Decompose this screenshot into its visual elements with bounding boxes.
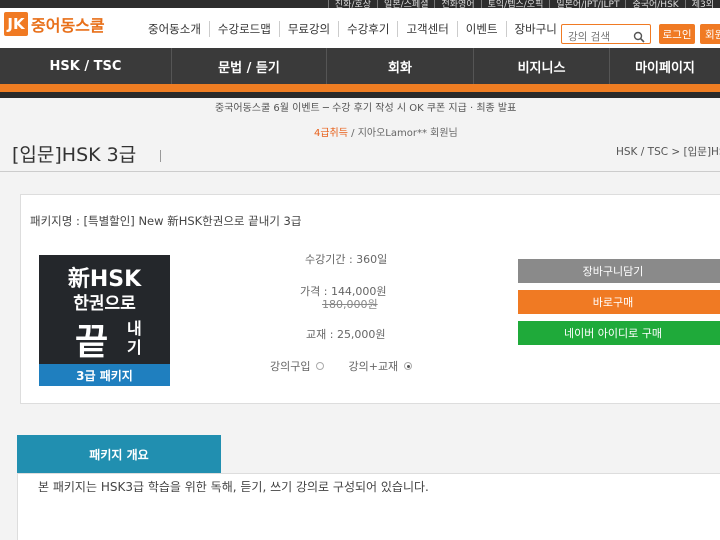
main-nav-business[interactable]: 비지니스	[474, 48, 610, 84]
cover-title-line4: 내기	[127, 319, 142, 357]
study-period: 수강기간 : 360일	[305, 253, 388, 266]
site-header: JK 중어동스쿨 중어동소개 수강로드맵 무료강의 수강후기 고객센터 이벤트 …	[0, 8, 720, 48]
notice-highlight: 4급취득	[314, 128, 348, 139]
logo-text: 중어동스쿨	[31, 16, 105, 35]
option-lecture-radio[interactable]	[316, 362, 325, 370]
notice-line[interactable]: 4급취득 / 지아오Lamor** 회원님	[314, 124, 458, 139]
buy-now-button[interactable]: 바로구매	[518, 290, 720, 314]
add-to-cart-button[interactable]: 장바구니담기	[518, 259, 720, 283]
nav-about[interactable]: 중어동소개	[140, 21, 209, 37]
title-divider	[160, 150, 161, 162]
top-link[interactable]: 중국어/HSK	[625, 0, 684, 8]
top-navigation: 중어동소개 수강로드맵 무료강의 수강후기 고객센터 이벤트 장바구니	[140, 21, 565, 37]
top-link[interactable]: 제3외	[684, 0, 720, 8]
site-logo[interactable]: JK 중어동스쿨	[4, 12, 105, 36]
original-price: 180,000원	[322, 298, 378, 311]
main-nav-conversation[interactable]: 회화	[327, 48, 474, 84]
breadcrumb[interactable]: HSK / TSC > [입문]HSK	[616, 144, 720, 159]
nav-free-lectures[interactable]: 무료강의	[278, 21, 338, 37]
notice-line[interactable]: 중국어동스쿨 6월 이벤트 ─ 수강 후기 작성 시 OK 쿠폰 지급 · 최종…	[215, 99, 516, 114]
cover-title-line3: 끝	[75, 322, 109, 363]
top-utility-bar: 진화/호상 일본/스페셜 전화영어 토익/텝스/오픽 일본어/JPT/JLPT …	[0, 0, 720, 8]
purchase-options: 강의구입 강의+교재	[270, 358, 436, 374]
search-icon[interactable]	[633, 28, 645, 47]
search-box	[561, 24, 651, 47]
cover-title-line2: 한권으로	[73, 294, 136, 314]
title-rule	[0, 171, 720, 172]
nav-reviews[interactable]: 수강후기	[338, 21, 397, 37]
top-link[interactable]: 토익/텝스/오픽	[480, 0, 550, 8]
top-link[interactable]: 일본/스페셜	[377, 0, 434, 8]
main-nav-hsk-tsc[interactable]: HSK / TSC	[0, 48, 172, 84]
top-link[interactable]: 일본어/JPT/JLPT	[549, 0, 625, 8]
option-lecture-book-radio[interactable]	[404, 362, 413, 370]
notice-text: / 지아오Lamor** 회원님	[347, 128, 458, 139]
nav-events[interactable]: 이벤트	[456, 21, 506, 37]
nav-shadow-strip	[0, 92, 720, 98]
logo-mark: JK	[4, 12, 28, 36]
page-title: [입문]HSK 3급	[12, 144, 137, 166]
option-lecture-book-label: 강의+교재	[348, 360, 399, 373]
main-nav-grammar-listening[interactable]: 문법 / 듣기	[172, 48, 327, 84]
nav-accent-strip	[0, 84, 720, 92]
nav-customer-center[interactable]: 고객센터	[397, 21, 456, 37]
buy-now-label: 바로구매	[592, 296, 634, 309]
naver-pay-button[interactable]: 네이버 아이디로 구매	[518, 321, 720, 345]
nav-cart[interactable]: 장바구니	[505, 21, 565, 37]
top-link[interactable]: 진화/호상	[327, 0, 377, 8]
package-name: 패키지명 : [특별할인] New 新HSK한권으로 끝내기 3급	[30, 214, 302, 228]
package-overview-text: 본 패키지는 HSK3급 학습을 위한 독해, 듣기, 쓰기 강의로 구성되어 …	[38, 480, 429, 494]
add-to-cart-label: 장바구니담기	[582, 265, 644, 278]
package-cover-image: 新HSK 한권으로 끝 내기 3급 패키지	[39, 255, 170, 386]
naver-pay-label: 네이버 아이디로 구매	[563, 327, 663, 340]
login-button[interactable]: 로그인	[659, 24, 695, 44]
top-link[interactable]: 전화영어	[434, 0, 480, 8]
search-input[interactable]	[562, 28, 632, 46]
main-nav-mypage[interactable]: 마이페이지	[610, 48, 720, 84]
package-overview-tab[interactable]: 패키지 개요	[17, 435, 221, 473]
main-navigation: HSK / TSC 문법 / 듣기 회화 비지니스 마이페이지	[0, 48, 720, 84]
nav-roadmap[interactable]: 수강로드맵	[208, 21, 279, 37]
option-lecture-label: 강의구입	[270, 360, 311, 373]
textbook-price: 교재 : 25,000원	[306, 328, 386, 341]
join-button[interactable]: 회원	[700, 24, 720, 44]
cover-band: 3급 패키지	[39, 364, 170, 386]
